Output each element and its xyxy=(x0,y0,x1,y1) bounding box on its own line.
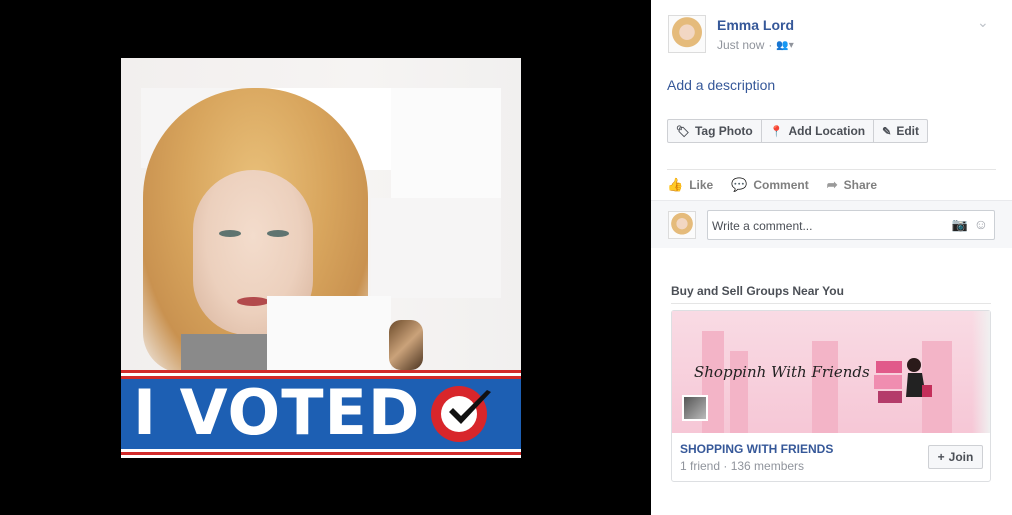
voted-banner: I VOTED xyxy=(121,370,521,458)
photo-pixel-block xyxy=(267,296,391,370)
shopper-illustration xyxy=(874,358,932,403)
add-location-label: Add Location xyxy=(788,124,866,138)
group-thumbnail xyxy=(682,395,708,421)
dot-separator: · xyxy=(768,38,773,52)
comment-icon: 💬 xyxy=(731,177,748,192)
chevron-down-icon[interactable]: ⌄ xyxy=(977,14,989,31)
comment-placeholder: Write a comment... xyxy=(712,219,813,233)
tag-icon: 🏷 xyxy=(676,125,690,138)
voted-text: I VOTED xyxy=(133,376,421,449)
subject-eye xyxy=(219,230,241,237)
add-description-link[interactable]: Add a description xyxy=(667,77,775,93)
post-time[interactable]: Just now xyxy=(717,38,764,52)
divider xyxy=(671,303,991,304)
post-meta: Just now · 👥▾ xyxy=(717,38,794,52)
join-group-button[interactable]: + Join xyxy=(928,445,983,469)
thumbs-up-icon: 👍 xyxy=(667,177,684,192)
camera-icon[interactable]: 📷 xyxy=(952,217,968,233)
comment-button[interactable]: 💬 Comment xyxy=(731,177,809,193)
photo-toolbar: 🏷 Tag Photo 📍 Add Location ✎ Edit xyxy=(667,119,929,143)
post-photo[interactable]: I VOTED xyxy=(121,58,521,458)
photo-pixel-block xyxy=(391,88,501,198)
group-meta: 1 friend · 136 members xyxy=(680,459,805,473)
plus-icon: + xyxy=(937,450,945,464)
post-actions: 👍 Like 💬 Comment ➦ Share xyxy=(667,177,877,193)
author-avatar[interactable] xyxy=(668,15,706,53)
post-side-panel: Emma Lord Just now · 👥▾ ⌄ Add a descript… xyxy=(651,0,1012,515)
comment-input[interactable]: Write a comment... 📷 ☺ xyxy=(707,210,995,240)
like-label: Like xyxy=(689,178,714,192)
share-arrow-icon: ➦ xyxy=(826,177,838,192)
photo-detail xyxy=(389,320,423,370)
share-button[interactable]: ➦ Share xyxy=(827,177,877,193)
photo-viewer-stage: I VOTED xyxy=(0,0,651,515)
emoji-icon[interactable]: ☺ xyxy=(974,216,988,232)
comment-composer: Write a comment... 📷 ☺ xyxy=(651,200,1012,248)
cover-building xyxy=(812,341,838,433)
location-pin-icon: 📍 xyxy=(769,125,784,138)
join-label: Join xyxy=(948,450,974,464)
subject-shirt xyxy=(181,334,271,374)
photo-pixel-block xyxy=(371,198,501,298)
add-location-button[interactable]: 📍 Add Location xyxy=(762,120,875,142)
tag-photo-label: Tag Photo xyxy=(694,124,753,138)
divider xyxy=(667,169,996,170)
comment-label: Comment xyxy=(753,178,809,192)
subject-lips xyxy=(237,297,269,306)
pencil-icon: ✎ xyxy=(882,125,892,138)
subject-eye xyxy=(267,230,289,237)
edit-label: Edit xyxy=(896,124,920,138)
suggestions-title: Buy and Sell Groups Near You xyxy=(671,284,844,298)
group-cover[interactable]: Shoppinh With Friends xyxy=(672,311,990,433)
friends-icon[interactable]: 👥▾ xyxy=(776,40,793,51)
tag-photo-button[interactable]: 🏷 Tag Photo xyxy=(668,120,762,142)
edit-button[interactable]: ✎ Edit xyxy=(874,120,927,142)
group-name[interactable]: SHOPPING WITH FRIENDS xyxy=(680,442,833,456)
commenter-avatar xyxy=(668,211,696,239)
author-name[interactable]: Emma Lord xyxy=(717,17,794,33)
group-card[interactable]: Shoppinh With Friends SHOPPING WITH FRIE… xyxy=(671,310,991,482)
check-seal-icon xyxy=(431,386,491,442)
share-label: Share xyxy=(843,178,877,192)
like-button[interactable]: 👍 Like xyxy=(667,177,713,193)
group-cover-text: Shoppinh With Friends xyxy=(694,363,870,381)
